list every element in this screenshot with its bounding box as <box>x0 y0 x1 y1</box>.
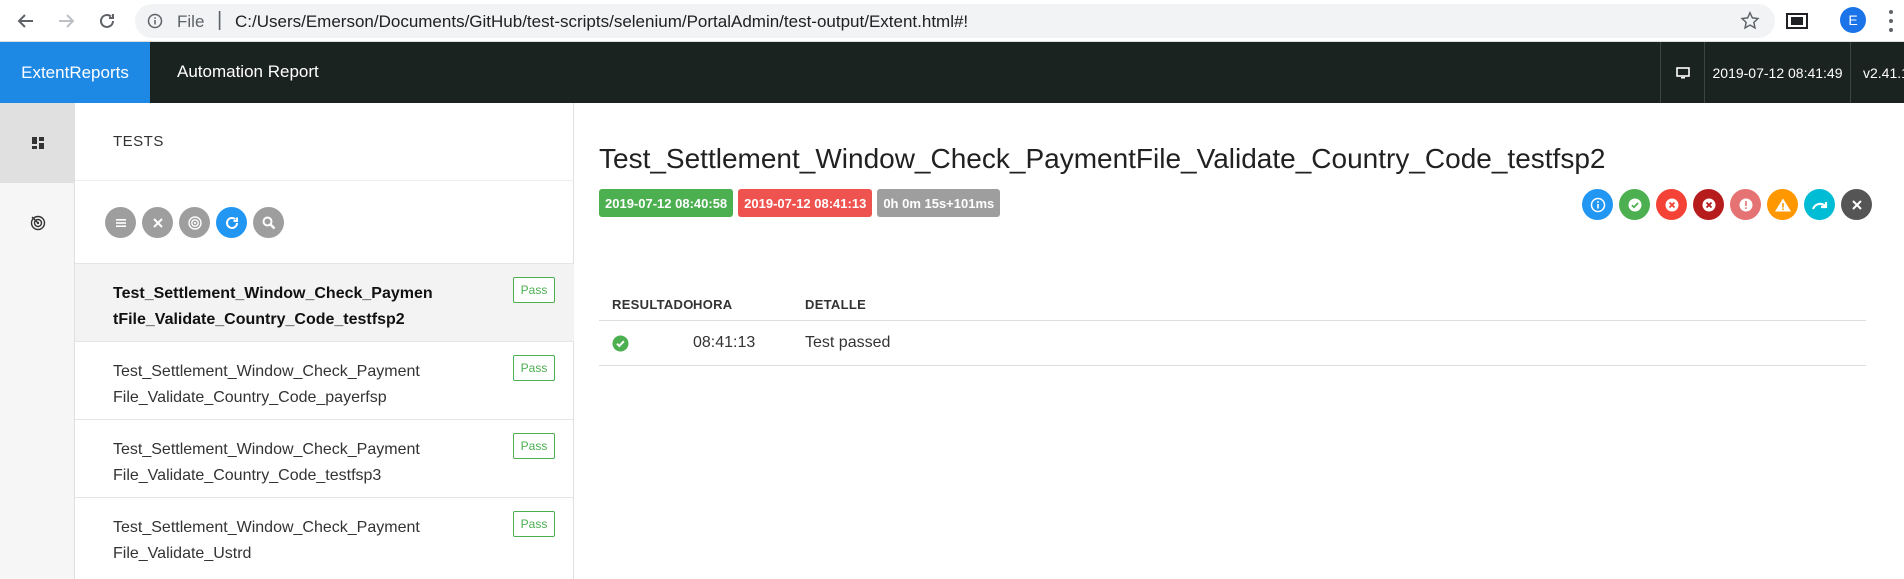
scheme-separator: | <box>217 9 223 31</box>
tests-toolbar <box>105 207 284 238</box>
status-badge: Pass <box>513 355 555 381</box>
test-list-item[interactable]: Test_Settlement_Window_Check_Payment Fil… <box>75 497 574 575</box>
test-timing-chips: 2019-07-12 08:40:58 2019-07-12 08:41:13 … <box>599 189 1001 217</box>
filter-skip-button[interactable] <box>1804 189 1835 220</box>
dashboard-toggle[interactable] <box>1660 42 1704 103</box>
address-bar[interactable]: File | C:/Users/Emerson/Documents/GitHub… <box>135 4 1775 38</box>
brand-logo[interactable]: ExtentReports <box>0 42 150 103</box>
tests-panel-title: TESTS <box>113 133 164 150</box>
info-icon <box>1590 197 1605 212</box>
category-filter-button[interactable] <box>179 207 210 238</box>
test-name-line: Test_Settlement_Window_Check_Payment <box>113 363 420 380</box>
test-name-line: Test_Settlement_Window_Check_Paymen <box>113 285 433 302</box>
clear-filter-button[interactable] <box>142 207 173 238</box>
test-name-line: Test_Settlement_Window_Check_Payment <box>113 519 420 536</box>
radar-icon <box>30 215 45 231</box>
log-status-filters <box>1582 189 1872 220</box>
refresh-icon <box>225 216 238 229</box>
fullscreen-icon <box>1786 13 1808 29</box>
filter-info-button[interactable] <box>1582 189 1613 220</box>
app-header: ExtentReports Automation Report 2019-07-… <box>0 42 1904 103</box>
dashboard-icon <box>31 137 44 149</box>
test-name-line: File_Validate_Ustrd <box>113 545 252 562</box>
test-name-line: File_Validate_Country_Code_payerfsp <box>113 389 387 406</box>
test-name: Test_Settlement_Window_Check_Paymen tFil… <box>113 281 433 333</box>
refresh-button[interactable] <box>216 207 247 238</box>
log-details: Test passed <box>805 334 891 351</box>
forward-button[interactable] <box>52 7 80 35</box>
test-log-table: RESULTADO HORA DETALLE 08:41:13 Test pas… <box>599 284 1866 366</box>
x-circle-icon <box>1702 198 1715 211</box>
profile-avatar[interactable]: E <box>1840 7 1866 33</box>
close-icon <box>152 217 163 228</box>
filter-error-button[interactable] <box>1730 189 1761 220</box>
test-name: Test_Settlement_Window_Check_Payment Fil… <box>113 437 433 489</box>
scheme-label: File <box>177 12 205 31</box>
reload-button[interactable] <box>93 7 121 35</box>
log-header-details: DETALLE <box>805 297 867 312</box>
menu-kebab-icon[interactable] <box>1888 10 1894 32</box>
report-timestamp: 2019-07-12 08:41:49 <box>1704 42 1850 103</box>
radar-icon <box>187 215 202 230</box>
back-button[interactable] <box>12 7 40 35</box>
browser-toolbar: File | C:/Users/Emerson/Documents/GitHub… <box>0 0 1904 42</box>
list-icon <box>115 218 126 227</box>
test-name: Test_Settlement_Window_Check_Payment Fil… <box>113 359 433 411</box>
log-header-status: RESULTADO <box>612 297 694 312</box>
pass-check-icon <box>612 335 629 357</box>
search-button[interactable] <box>253 207 284 238</box>
test-detail-title: Test_Settlement_Window_Check_PaymentFile… <box>599 143 1606 174</box>
search-icon <box>262 216 275 229</box>
log-row: 08:41:13 Test passed <box>599 321 1866 366</box>
side-rail <box>0 103 75 579</box>
close-icon <box>1851 199 1862 210</box>
forward-arrow-icon <box>59 14 75 28</box>
test-list-item[interactable]: Test_Settlement_Window_Check_Payment Fil… <box>75 419 574 497</box>
filter-fatal-button[interactable] <box>1693 189 1724 220</box>
url-text[interactable]: C:/Users/Emerson/Documents/GitHub/test-s… <box>235 12 968 32</box>
test-list-item[interactable]: Test_Settlement_Window_Check_Paymen tFil… <box>75 263 574 341</box>
duration-chip: 0h 0m 15s+101ms <box>877 189 1001 217</box>
status-badge: Pass <box>513 277 555 303</box>
cast-button[interactable] <box>1784 8 1810 34</box>
test-name-line: File_Validate_Country_Code_testfsp3 <box>113 467 382 484</box>
sidebar-item-dashboard[interactable] <box>0 103 75 183</box>
version-label: v2.41.1 <box>1850 42 1904 103</box>
filter-clear-button[interactable] <box>1841 189 1872 220</box>
monitor-icon <box>1675 66 1690 78</box>
sidebar-item-tests[interactable] <box>0 183 75 263</box>
x-circle-icon <box>1665 198 1678 211</box>
reload-icon <box>100 13 114 28</box>
tests-panel-header: TESTS <box>75 103 574 181</box>
tests-panel: TESTS Test_Settlement_Window_Check_Payme… <box>75 103 574 579</box>
test-detail-panel: Test_Settlement_Window_Check_PaymentFile… <box>574 103 1904 579</box>
test-name: Test_Settlement_Window_Check_Payment Fil… <box>113 515 433 567</box>
filter-fail-button[interactable] <box>1656 189 1687 220</box>
log-time: 08:41:13 <box>693 334 756 351</box>
log-header-time: HORA <box>693 297 733 312</box>
filter-pass-button[interactable] <box>1619 189 1650 220</box>
check-circle-icon <box>1628 198 1641 211</box>
test-name-line: tFile_Validate_Country_Code_testfsp2 <box>113 311 405 328</box>
end-time-chip: 2019-07-12 08:41:13 <box>738 189 873 217</box>
start-time-chip: 2019-07-12 08:40:58 <box>599 189 734 217</box>
test-name-line: Test_Settlement_Window_Check_Payment <box>113 441 420 458</box>
report-name: Automation Report <box>177 62 319 81</box>
warning-icon <box>1774 198 1791 211</box>
log-table-header: RESULTADO HORA DETALLE <box>599 284 1866 321</box>
bookmark-star-icon[interactable] <box>1739 10 1761 32</box>
status-badge: Pass <box>513 511 555 537</box>
info-icon[interactable] <box>147 13 163 29</box>
test-list: Test_Settlement_Window_Check_Paymen tFil… <box>75 263 574 575</box>
alert-circle-icon <box>1739 198 1752 211</box>
status-filter-button[interactable] <box>105 207 136 238</box>
skip-arrow-icon <box>1811 201 1827 210</box>
back-arrow-icon <box>17 14 33 28</box>
test-list-item[interactable]: Test_Settlement_Window_Check_Payment Fil… <box>75 341 574 419</box>
status-badge: Pass <box>513 433 555 459</box>
filter-warning-button[interactable] <box>1767 189 1798 220</box>
